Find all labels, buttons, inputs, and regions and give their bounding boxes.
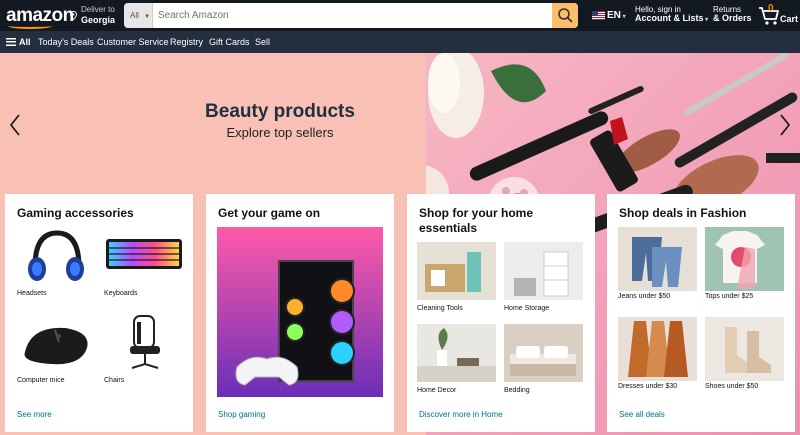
nav-item-customer-service[interactable]: Customer Service [97,37,169,47]
nav-all-button[interactable]: All [6,37,31,47]
card-title: Get your game on [218,206,321,220]
category-label: Keyboards [104,290,138,297]
search-input[interactable] [154,3,552,28]
category-label: Cleaning Tools [417,305,463,312]
cart-label: Cart [780,14,799,24]
card-title: Shop for your home essentials [419,206,533,235]
nav-item-gift-cards[interactable]: Gift Cards [209,37,250,47]
category-label: Computer mice [17,377,65,384]
hamburger-icon [6,38,16,46]
discover-home-link[interactable]: Discover more in Home [419,410,503,419]
search-category-label: All [130,11,139,20]
shoes-image [705,317,784,381]
home-storage-image [504,242,583,300]
shop-gaming-link[interactable]: Shop gaming [218,410,265,419]
nav-all-label: All [19,37,31,47]
chevron-down-icon: ▾ [703,17,709,23]
deliver-location: Georgia [81,15,116,25]
hero-title: Beauty products [205,101,355,122]
search-category-select[interactable]: All ▼ [124,3,153,28]
us-flag-icon [592,11,605,20]
orders-label: & Orders [713,13,752,23]
card-home-essentials: Shop for your home essentials Cleaning T… [407,194,595,432]
logo-smile-icon [8,23,52,29]
search-bar: All ▼ [124,3,578,28]
deliver-label: Deliver to [81,5,115,14]
dresses-image [618,317,697,381]
category-label: Home Storage [504,305,550,312]
category-label: Bedding [504,387,530,394]
headset-image [17,227,96,285]
nav-bar: All Today's Deals Customer Service Regis… [0,31,800,53]
cart-count: 0 [768,3,774,14]
mouse-image [17,314,96,372]
account-menu[interactable]: Hello, sign in Account & Lists ▾ [635,5,708,25]
card-get-your-game-on: Get your game on Shop gaming [206,194,394,432]
language-label: EN [607,10,621,21]
see-more-link[interactable]: See more [17,410,52,419]
keyboard-image [104,227,183,285]
category-label: Shoes under $50 [705,383,759,390]
see-all-deals-link[interactable]: See all deals [619,410,665,419]
category-label: Home Decor [417,387,457,394]
home-decor-image [417,324,496,382]
chair-image [104,314,183,372]
card-gaming-accessories: Gaming accessories Headsets Keyboards Co… [5,194,193,432]
account-label: Account & Lists [635,13,704,23]
returns-orders[interactable]: Returns & Orders [713,5,752,23]
tops-image [705,227,784,291]
cart-button[interactable]: 0 Cart [758,3,798,29]
gaming-pc-image[interactable] [217,227,383,397]
nav-item-sell[interactable]: Sell [255,37,270,47]
card-title: Shop deals in Fashion [619,206,747,220]
chevron-down-icon: ▾ [620,14,626,20]
nav-item-todays-deals[interactable]: Today's Deals [38,37,94,47]
search-button[interactable] [552,3,578,28]
category-label: Headsets [17,290,47,297]
search-icon [558,8,573,23]
category-label: Tops under $25 [705,293,754,300]
jeans-image [618,227,697,291]
chevron-left-icon[interactable] [8,113,22,137]
chevron-right-icon[interactable] [778,113,792,137]
category-label: Jeans under $50 [618,293,671,300]
card-title: Gaming accessories [17,206,134,220]
bedding-image [504,324,583,382]
cleaning-tools-image [417,242,496,300]
nav-item-registry[interactable]: Registry [170,37,203,47]
category-label: Chairs [104,377,125,384]
card-fashion-deals: Shop deals in Fashion Jeans under $50 To… [607,194,795,432]
hero-subtitle: Explore top sellers [226,125,334,140]
top-header: amazon Deliver to Georgia All ▼ EN ▾ Hel… [0,0,800,31]
location-pin-icon [70,11,77,20]
category-label: Dresses under $30 [618,383,678,390]
chevron-down-icon: ▼ [144,14,151,20]
